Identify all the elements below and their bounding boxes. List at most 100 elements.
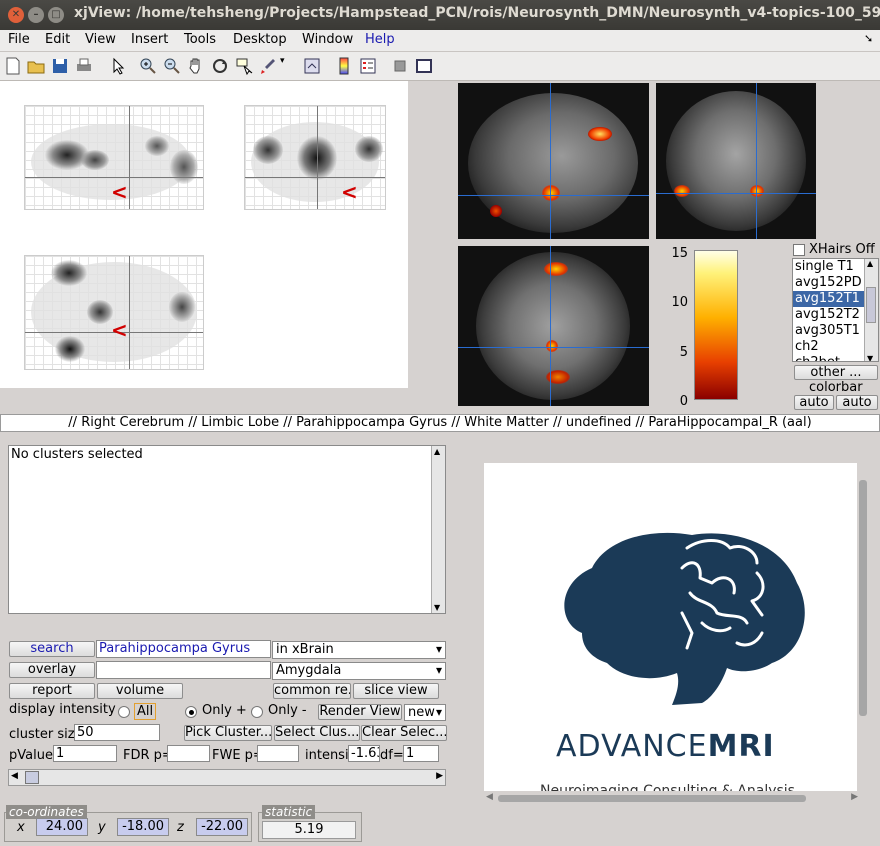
df-input[interactable]: 1 (403, 745, 439, 762)
overlay-button[interactable]: overlay (9, 662, 95, 678)
common-region-button[interactable]: common re... (273, 683, 351, 699)
colorbar (694, 250, 738, 400)
logo-brand-bold: MRI (707, 729, 775, 764)
link-plot-icon[interactable] (302, 56, 322, 76)
window-title: xjView: /home/tehsheng/Projects/Hampstea… (74, 5, 880, 21)
coordinates-title: co-ordinates (6, 805, 87, 819)
pvalue-input[interactable]: 1 (53, 745, 117, 762)
glass-brain-coronal[interactable]: < (244, 105, 386, 210)
colorbar-label: colorbar (809, 380, 863, 395)
template-scrollbar[interactable]: ▲ ▼ (864, 259, 878, 361)
pick-cluster-button[interactable]: Pick Cluster... (184, 725, 272, 741)
glass-brain-sagittal[interactable]: < (24, 105, 204, 210)
pan-hand-icon[interactable] (186, 56, 206, 76)
colorbar-min-auto-button[interactable]: auto (794, 395, 834, 410)
intensity-input[interactable]: -1.63 (348, 745, 380, 762)
logo-tagline: Neuroimaging Consulting & Analysis (540, 783, 795, 791)
clear-selection-button[interactable]: Clear Selec... (361, 725, 447, 741)
maximize-window-icon[interactable]: □ (48, 7, 64, 23)
menu-desktop[interactable]: Desktop (233, 32, 287, 47)
toolbar: ▾ (0, 52, 880, 81)
fwe-input[interactable] (257, 745, 299, 762)
select-cluster-button[interactable]: Select Clus... (274, 725, 360, 741)
brush-dropdown-icon[interactable]: ▾ (280, 56, 300, 76)
coronal-slice-view[interactable] (656, 83, 816, 239)
colorbar-icon[interactable] (334, 56, 354, 76)
logo-brand-light: ADVANCE (556, 729, 708, 764)
volume-button[interactable]: volume (97, 683, 183, 699)
menu-window[interactable]: Window (302, 32, 353, 47)
colorbar-tick: 5 (679, 345, 688, 360)
xhairs-checkbox[interactable] (793, 244, 805, 256)
hide-plot-tools-icon[interactable] (390, 56, 410, 76)
threshold-slider-thumb[interactable] (25, 771, 39, 784)
overlay-input[interactable] (96, 661, 271, 679)
glass-arrow-marker: < (341, 180, 358, 204)
menu-file[interactable]: File (8, 32, 30, 47)
menu-edit[interactable]: Edit (45, 32, 70, 47)
z-label: z (177, 820, 184, 835)
location-info-bar: // Right Cerebrum // Limbic Lobe // Para… (0, 414, 880, 432)
colorbar-tick: 10 (671, 295, 688, 310)
open-folder-icon[interactable] (26, 56, 46, 76)
render-mode-select[interactable]: new (404, 704, 446, 721)
sagittal-slice-view[interactable] (458, 83, 649, 239)
colorbar-tick: 15 (671, 246, 688, 261)
report-button[interactable]: report (9, 683, 95, 699)
search-button[interactable]: search (9, 641, 95, 657)
logo-wordmark: ADVANCEMRI (556, 729, 775, 764)
logo-hscroll[interactable]: ◀ ▶ (486, 792, 858, 804)
df-label: df= (380, 748, 404, 763)
pvalue-label: pValue (9, 748, 53, 763)
x-label: x (17, 820, 25, 835)
search-scope-select[interactable]: in xBrain (272, 641, 446, 659)
threshold-slider[interactable]: ◀ ▶ (8, 769, 446, 786)
glass-brain-panel[interactable]: < < < (0, 81, 408, 388)
cluster-size-label: cluster siz (9, 727, 75, 742)
overlay-atlas-select[interactable]: Amygdala (272, 662, 446, 680)
menu-insert[interactable]: Insert (131, 32, 168, 47)
search-input[interactable]: Parahippocampa Gyrus (96, 640, 271, 658)
brush-icon[interactable] (258, 56, 278, 76)
minimize-window-icon[interactable]: – (28, 7, 44, 23)
close-window-icon[interactable]: ✕ (8, 7, 24, 23)
new-figure-icon[interactable] (3, 56, 23, 76)
logo-vscroll[interactable] (858, 476, 868, 790)
colorbar-tick: 0 (679, 394, 688, 409)
radio-only-negative-label: Only - (268, 703, 307, 718)
radio-all[interactable] (118, 706, 130, 718)
print-icon[interactable] (74, 56, 94, 76)
axial-slice-view[interactable] (458, 246, 649, 406)
show-plot-tools-icon[interactable] (414, 56, 434, 76)
menu-tools[interactable]: Tools (184, 32, 216, 47)
radio-only-negative[interactable] (251, 706, 263, 718)
other-template-button[interactable]: other ... (794, 365, 878, 380)
y-label: y (98, 820, 106, 835)
menu-help[interactable]: Help (365, 32, 395, 47)
z-coordinate-input[interactable]: -22.00 (196, 818, 248, 836)
save-icon[interactable] (50, 56, 70, 76)
radio-only-positive[interactable] (185, 706, 197, 718)
menu-view[interactable]: View (85, 32, 116, 47)
x-coordinate-input[interactable]: 24.00 (36, 818, 88, 836)
cluster-size-input[interactable]: 50 (74, 724, 160, 741)
data-cursor-icon[interactable] (234, 56, 254, 76)
clusters-listbox[interactable]: No clusters selected ▲ ▼ (8, 445, 446, 614)
statistic-title: statistic (262, 805, 316, 819)
slice-view-button[interactable]: slice view (353, 683, 439, 699)
rotate-3d-icon[interactable] (210, 56, 230, 76)
fdr-input[interactable] (167, 745, 210, 762)
y-coordinate-input[interactable]: -18.00 (117, 818, 169, 836)
glass-brain-axial[interactable]: < (24, 255, 204, 370)
statistic-value: 5.19 (262, 821, 356, 839)
zoom-out-icon[interactable] (162, 56, 182, 76)
dock-arrow-icon[interactable]: ➘ (864, 32, 873, 45)
pointer-icon[interactable] (108, 56, 128, 76)
clusters-scrollbar[interactable]: ▲ ▼ (431, 446, 445, 613)
colorbar-max-auto-button[interactable]: auto (836, 395, 878, 410)
fdr-label: FDR p= (123, 748, 173, 763)
render-view-button[interactable]: Render View (318, 704, 402, 720)
template-listbox[interactable]: single T1 avg152PD avg152T1 avg152T2 avg… (792, 258, 879, 362)
zoom-in-icon[interactable] (138, 56, 158, 76)
legend-icon[interactable] (358, 56, 378, 76)
